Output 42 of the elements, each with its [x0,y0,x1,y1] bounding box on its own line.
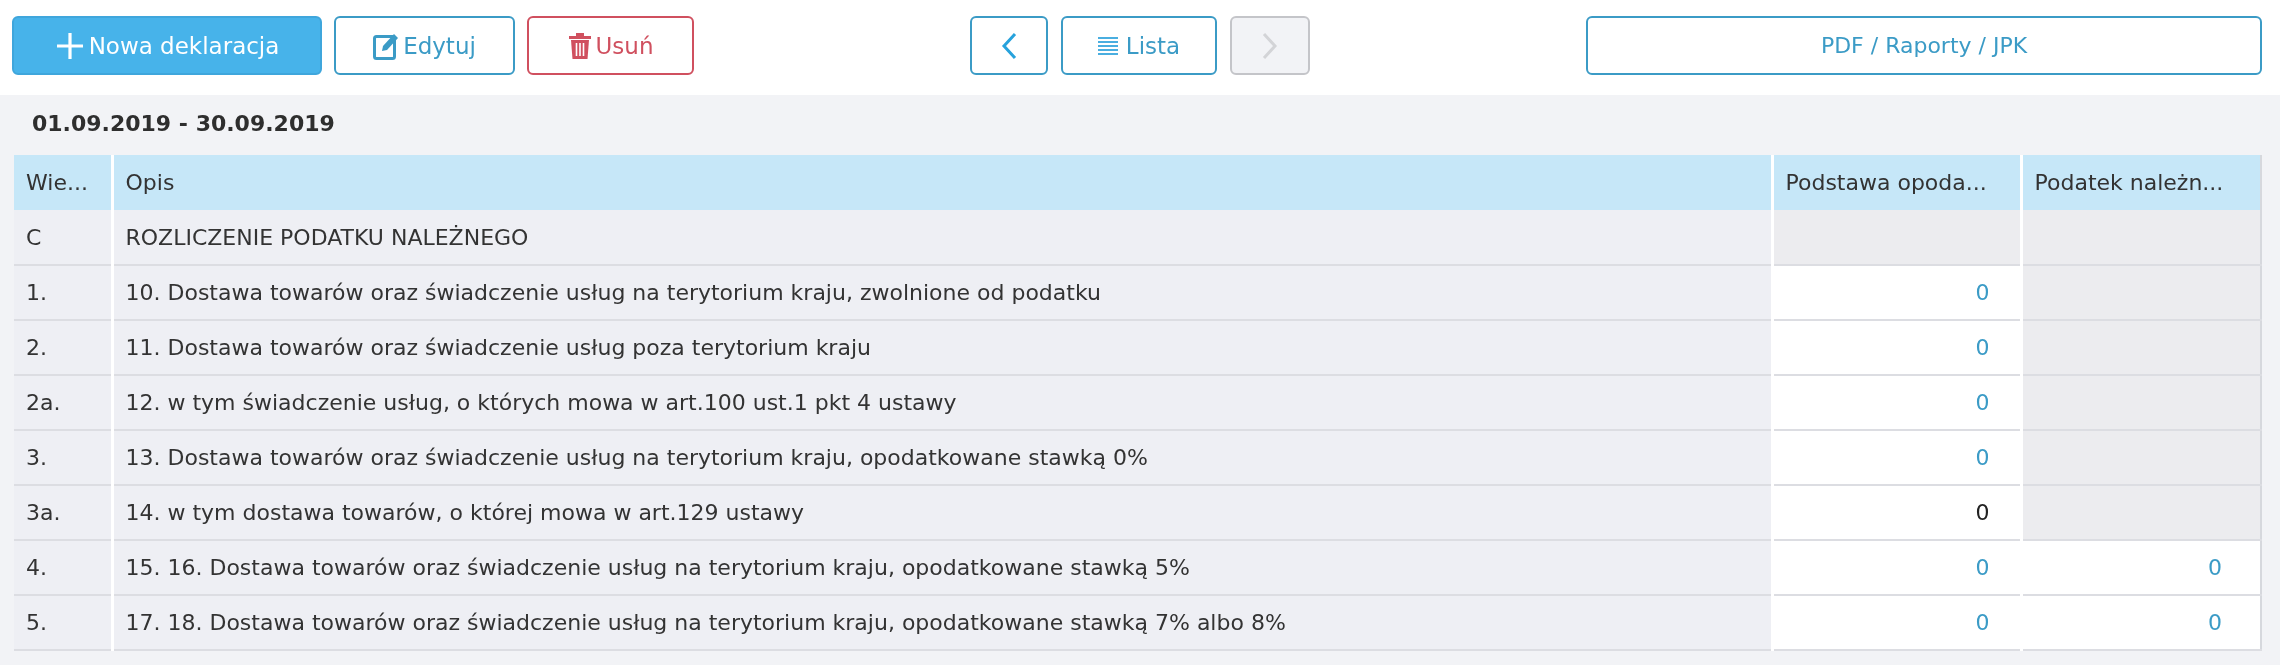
value-cell[interactable]: 0 [2021,595,2261,650]
new-declaration-button[interactable]: Nowa deklaracja [12,16,322,75]
previous-button[interactable] [970,16,1048,75]
table-cell: 1. [14,265,112,320]
table-cell: 3a. [14,485,112,540]
value-cell[interactable]: 0 [1772,375,2021,430]
list-icon [1097,35,1118,56]
table-cell: 4. [14,540,112,595]
reports-button[interactable]: PDF / Raporty / JPK [1586,16,2262,75]
column-header[interactable]: Wie... [14,155,112,210]
table-cell: 3. [14,430,112,485]
value-cell[interactable]: 0 [1772,540,2021,595]
table-cell: 14. w tym dostawa towarów, o której mowa w art.129 ustawy [112,485,1772,540]
table-cell: 12. w tym świadczenie usług, o których mowa w art.100 ust.1 pkt 4 ustawy [112,375,1772,430]
edit-icon [373,31,400,60]
table-cell: 17. 18. Dostawa towarów oraz świadczenie usług na terytorium kraju, opodatkowane stawką 7% albo 8% [112,595,1772,650]
value-cell[interactable]: 0 [1772,265,2021,320]
table-cell: 2a. [14,375,112,430]
value-cell[interactable]: 0 [1772,430,2021,485]
value-cell[interactable]: 0 [2021,540,2261,595]
table-cell: 15. 16. Dostawa towarów oraz świadczenie usług na terytorium kraju, opodatkowane stawką 5% [112,540,1772,595]
table-cell: 10. Dostawa towarów oraz świadczenie usług na terytorium kraju, zwolnione od podatku [112,265,1772,320]
value-cell[interactable]: 0 [1772,595,2021,650]
column-header[interactable]: Podatek należn... [2021,155,2261,210]
table-cell: C [14,210,112,265]
table-cell: 11. Dostawa towarów oraz świadczenie usług poza terytorium kraju [112,320,1772,375]
value-cell[interactable]: 0 [1772,320,2021,375]
plus-icon [54,30,85,61]
table-cell: 13. Dostawa towarów oraz świadczenie usług na terytorium kraju, opodatkowane stawką 0% [112,430,1772,485]
period-heading: 01.09.2019 - 30.09.2019 [31,110,336,138]
delete-button[interactable]: Usuń [527,16,694,75]
table-cell: 5. [14,595,112,650]
chevron-right-icon [1262,31,1278,60]
value-cell[interactable]: 0 [1772,485,2021,540]
column-header[interactable]: Podstawa opoda... [1772,155,2021,210]
edit-button[interactable]: Edytuj [334,16,515,75]
trash-icon [567,31,592,60]
column-header[interactable]: Opis [112,155,1772,210]
table-cell: 2. [14,320,112,375]
list-button[interactable]: Lista [1061,16,1217,75]
chevron-left-icon [1001,31,1017,60]
table-cell: ROZLICZENIE PODATKU NALEŻNEGO [112,210,1772,265]
